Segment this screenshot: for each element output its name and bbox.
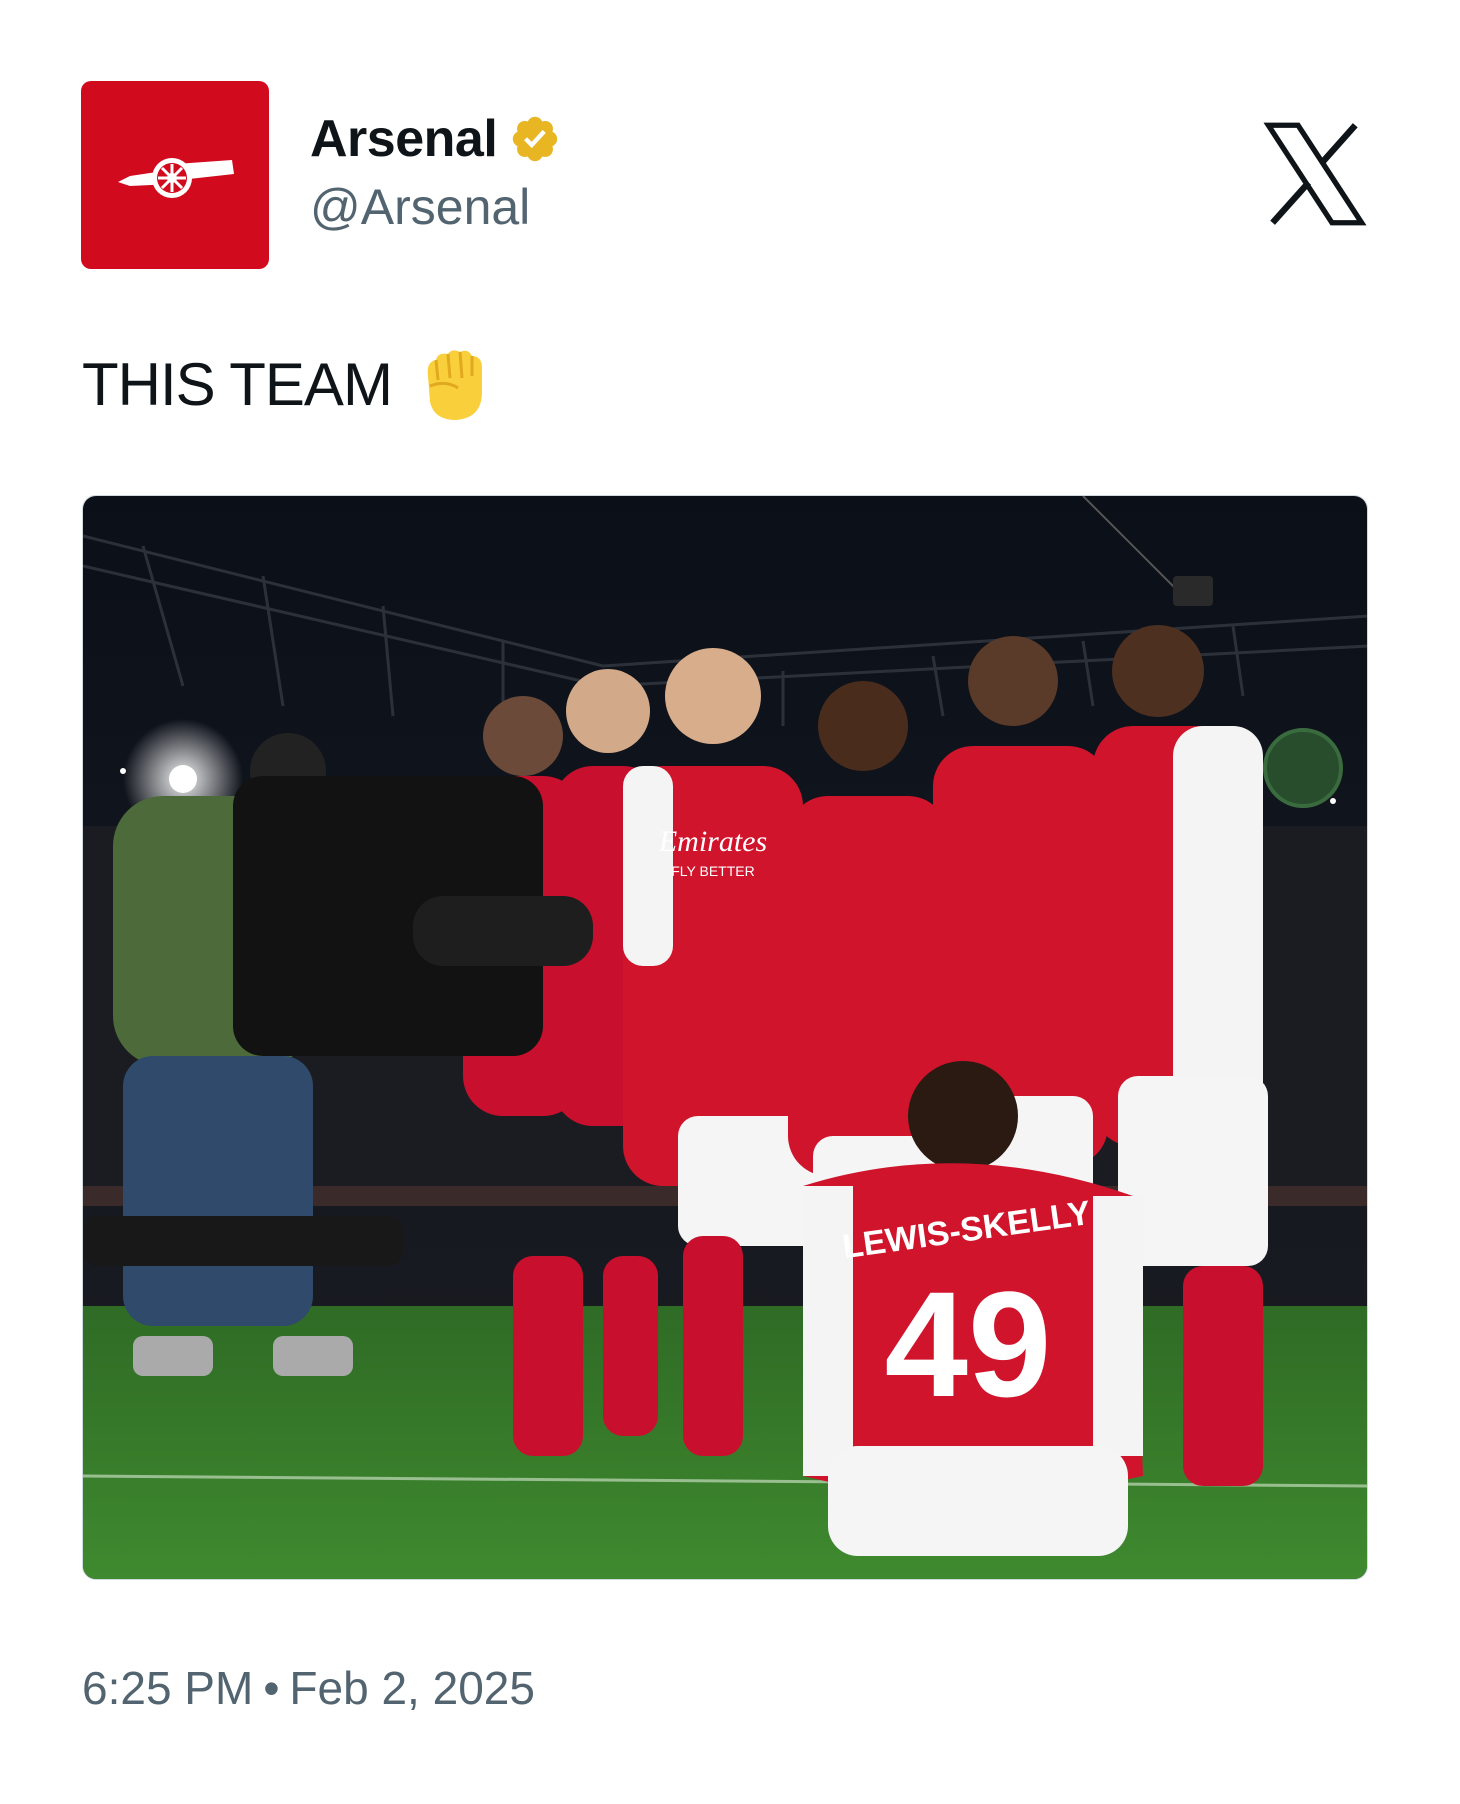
shirt-number-text: 49 (885, 1260, 1052, 1428)
post-date: Feb 2, 2025 (289, 1662, 535, 1714)
post-text: THIS TEAM (82, 351, 393, 418)
post-media-photo[interactable]: LEWIS-SKELLY 49 Emirates FLY BETTER (82, 495, 1368, 1580)
author-avatar[interactable] (81, 81, 269, 269)
post-text-row: THIS TEAM (82, 345, 490, 425)
timestamp-separator: • (263, 1662, 280, 1714)
x-logo-icon[interactable] (1262, 120, 1368, 228)
post-timestamp[interactable]: 6:25 PM • Feb 2, 2025 (82, 1660, 535, 1716)
author-handle[interactable]: @Arsenal (310, 176, 561, 238)
raised-fist-emoji (427, 350, 482, 420)
author-name-row: Arsenal (310, 108, 561, 170)
photo-scene: LEWIS-SKELLY 49 Emirates FLY BETTER (83, 496, 1367, 1579)
author-display-name[interactable]: Arsenal (310, 108, 498, 170)
sponsor-tagline-text: FLY BETTER (671, 863, 755, 879)
author-info[interactable]: Arsenal @Arsenal (310, 108, 561, 238)
verified-badge-icon (513, 116, 558, 162)
sponsor-text: Emirates (658, 825, 767, 858)
arsenal-cannon-icon (118, 158, 234, 198)
post-time: 6:25 PM (82, 1662, 254, 1714)
